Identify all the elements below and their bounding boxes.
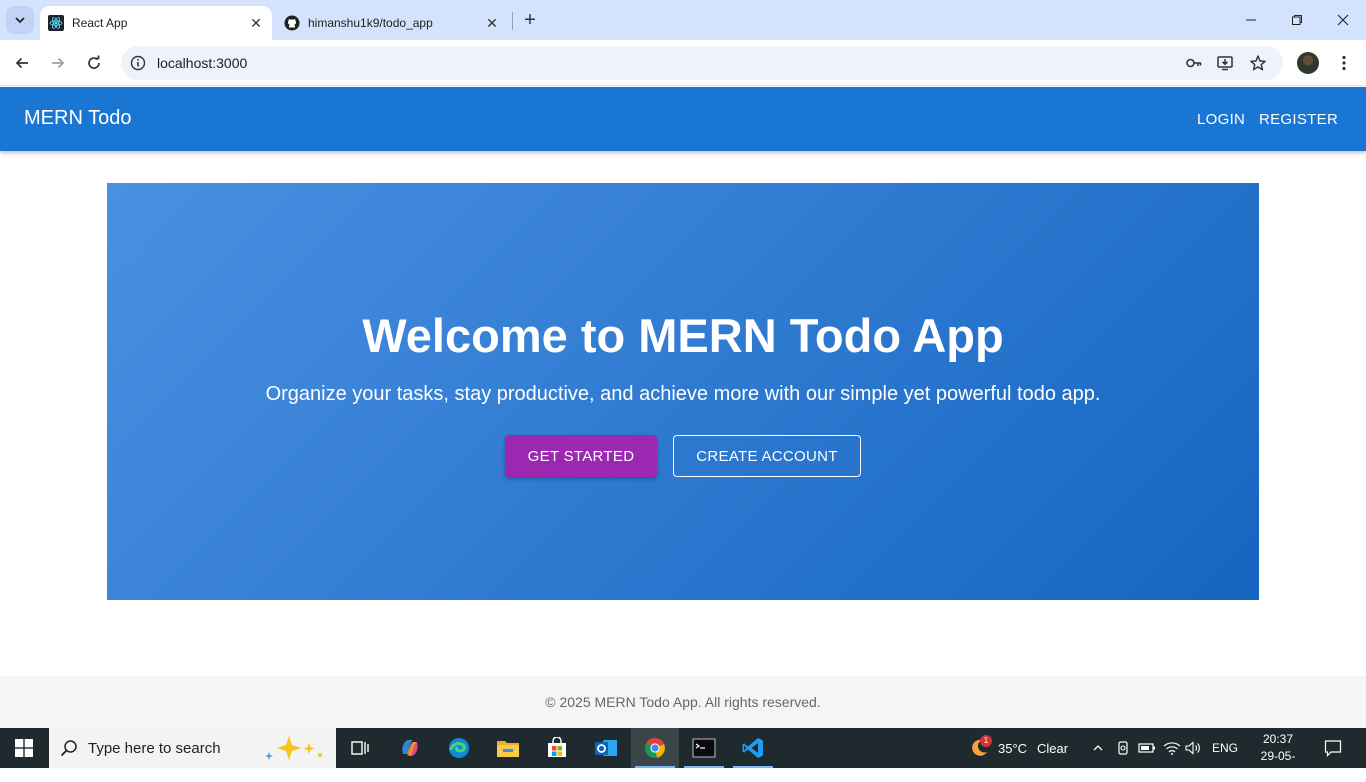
store-icon[interactable] [533, 728, 581, 768]
vscode-icon[interactable] [729, 728, 777, 768]
login-link[interactable]: LOGIN [1197, 111, 1245, 128]
clock-date: 29-05-2025 [1260, 749, 1296, 780]
chevron-down-icon [15, 17, 25, 24]
page-footer: © 2025 MERN Todo App. All rights reserve… [0, 676, 1366, 728]
hero-section: Welcome to MERN Todo App Organize your t… [107, 183, 1259, 600]
address-bar[interactable]: localhost:3000 [121, 46, 1283, 80]
weather-temp[interactable]: 35°C [998, 728, 1027, 768]
browser-toolbar: localhost:3000 [0, 40, 1366, 86]
back-icon[interactable] [8, 49, 36, 77]
footer-copyright: © 2025 MERN Todo App. All rights reserve… [545, 694, 821, 710]
tab-react-app[interactable]: React App ✕ [40, 6, 272, 40]
close-tab-icon[interactable]: ✕ [246, 13, 266, 33]
new-tab-icon[interactable]: + [518, 8, 542, 32]
clock-time: 20:37 [1262, 732, 1294, 746]
github-logo-icon [284, 15, 300, 31]
edge-icon[interactable] [435, 728, 483, 768]
terminal-icon[interactable] [680, 728, 728, 768]
taskbar-clock[interactable]: 20:37 29-05-2025 [1250, 731, 1306, 782]
meet-now-icon[interactable] [1113, 738, 1133, 758]
chrome-icon[interactable] [631, 728, 679, 768]
minimize-icon[interactable] [1228, 0, 1274, 40]
language-indicator[interactable]: ENG [1212, 728, 1238, 768]
password-key-icon[interactable] [1184, 53, 1204, 73]
taskbar-search-placeholder: Type here to search [88, 740, 221, 757]
outlook-icon[interactable] [582, 728, 630, 768]
volume-icon[interactable] [1184, 738, 1204, 758]
search-icon [59, 738, 79, 758]
app-brand[interactable]: MERN Todo [24, 107, 131, 130]
search-highlight-icon [265, 736, 322, 760]
tab-title: himanshu1k9/todo_app [308, 16, 433, 30]
react-logo-icon [48, 15, 64, 31]
windows-start-icon[interactable] [0, 728, 48, 768]
wifi-icon[interactable] [1162, 738, 1182, 758]
forward-icon[interactable] [44, 49, 72, 77]
browser-tab-strip: React App ✕ himanshu1k9/todo_app ✕ + [0, 0, 1366, 40]
tab-separator [512, 12, 513, 30]
reload-icon[interactable] [80, 49, 108, 77]
close-window-icon[interactable] [1320, 0, 1366, 40]
url-text: localhost:3000 [157, 55, 248, 71]
register-link[interactable]: REGISTER [1259, 111, 1338, 128]
chevron-up-icon[interactable] [1088, 738, 1108, 758]
windows-taskbar: Type here to search 1 35°C Clear ENG 20:… [0, 728, 1366, 780]
get-started-button[interactable]: GET STARTED [505, 435, 657, 477]
battery-icon[interactable] [1137, 738, 1157, 758]
bookmark-star-icon[interactable] [1248, 53, 1268, 73]
file-explorer-icon[interactable] [484, 728, 532, 768]
app-header: MERN Todo LOGIN REGISTER [0, 87, 1366, 151]
tab-search-button[interactable] [6, 6, 34, 34]
profile-avatar[interactable] [1297, 52, 1319, 74]
install-app-icon[interactable] [1215, 53, 1235, 73]
create-account-button[interactable]: CREATE ACCOUNT [673, 435, 861, 477]
copilot-icon[interactable] [386, 728, 434, 768]
hero-subtitle: Organize your tasks, stay productive, an… [265, 383, 1101, 405]
notifications-icon[interactable] [1323, 738, 1343, 758]
weather-condition[interactable]: Clear [1037, 728, 1068, 768]
tab-github[interactable]: himanshu1k9/todo_app ✕ [276, 6, 508, 40]
taskbar-search[interactable]: Type here to search [49, 728, 336, 768]
restore-icon[interactable] [1274, 0, 1320, 40]
close-tab-icon[interactable]: ✕ [482, 13, 502, 33]
hero-title: Welcome to MERN Todo App [362, 309, 1004, 362]
browser-menu-icon[interactable] [1334, 53, 1354, 73]
site-info-icon[interactable] [129, 54, 147, 72]
task-view-icon[interactable] [336, 728, 384, 768]
tab-title: React App [72, 16, 128, 30]
weather-badge: 1 [980, 735, 992, 747]
